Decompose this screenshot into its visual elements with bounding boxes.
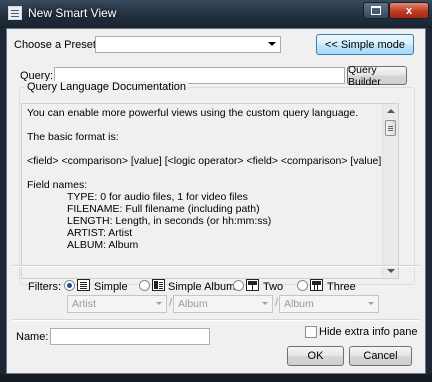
filter-field-2-value: Album: [178, 298, 208, 310]
doc-line: <field> <comparison> [value] [<logic ope…: [27, 155, 399, 167]
query-builder-button[interactable]: Query Builder: [347, 64, 407, 88]
filter-field-3-value: Album: [284, 298, 314, 310]
doc-line: TYPE: 0 for audio files, 1 for video fil…: [67, 191, 248, 203]
documentation-scrollbar[interactable]: [382, 104, 398, 278]
filter-two-radio[interactable]: [233, 280, 244, 291]
name-input[interactable]: [50, 328, 210, 345]
filter-field-1-dropdown[interactable]: Artist: [67, 295, 167, 313]
doc-line: ARTIST: Artist: [67, 227, 133, 239]
divider: [13, 265, 419, 267]
close-icon: x: [405, 4, 413, 17]
filter-separator: /: [169, 297, 173, 309]
doc-line: FILENAME: Full filename (including path): [67, 203, 260, 215]
window-bottom-edge: [0, 374, 432, 382]
doc-line: The basic format is:: [27, 131, 119, 143]
dropdown-arrow-icon: [368, 302, 374, 305]
restore-icon: [371, 6, 381, 15]
divider: [13, 319, 419, 321]
simple-layout-icon: [77, 279, 90, 291]
scroll-down-icon[interactable]: [387, 269, 395, 273]
restore-button[interactable]: [363, 2, 389, 19]
documentation-text: You can enable more powerful views using…: [27, 107, 399, 251]
ok-button[interactable]: OK: [287, 346, 344, 366]
two-column-layout-icon: [246, 279, 259, 291]
doc-line: Field names:: [27, 179, 88, 191]
hide-info-checkbox[interactable]: [305, 326, 317, 338]
filter-simple-album-radio[interactable]: [139, 280, 150, 291]
title-bar: New Smart View x: [0, 0, 432, 28]
scroll-thumb[interactable]: [385, 120, 396, 136]
filter-two-label[interactable]: Two: [263, 281, 283, 293]
filter-field-3-dropdown[interactable]: Album: [279, 295, 379, 313]
dropdown-arrow-icon: [262, 302, 268, 305]
doc-line: LENGTH: Length, in seconds (or hh:mm:ss): [67, 215, 272, 227]
preset-dropdown[interactable]: [95, 36, 281, 53]
dropdown-arrow-icon: [268, 42, 276, 46]
simple-mode-button[interactable]: << Simple mode: [316, 34, 414, 55]
three-column-layout-icon: [310, 279, 323, 291]
preset-label: Choose a Preset:: [14, 39, 99, 51]
filter-field-2-dropdown[interactable]: Album: [173, 295, 273, 313]
filters-label: Filters:: [28, 281, 61, 293]
cancel-button[interactable]: Cancel: [349, 346, 412, 366]
close-button[interactable]: x: [389, 2, 429, 19]
dropdown-arrow-icon: [156, 302, 162, 305]
simple-album-layout-icon: [152, 279, 165, 291]
filter-three-radio[interactable]: [297, 280, 308, 291]
app-icon: [8, 6, 22, 20]
name-label: Name:: [16, 331, 49, 343]
doc-line: ALBUM: Album: [67, 239, 139, 251]
scroll-up-icon[interactable]: [387, 109, 395, 113]
filter-simple-radio[interactable]: [64, 280, 75, 291]
doc-line: You can enable more powerful views using…: [27, 107, 359, 119]
documentation-text-area[interactable]: You can enable more powerful views using…: [21, 103, 399, 279]
dialog-body: Choose a Preset: << Simple mode Query: Q…: [6, 28, 426, 374]
filter-field-1-value: Artist: [72, 298, 96, 310]
window-title: New Smart View: [28, 6, 117, 20]
documentation-group-label: Query Language Documentation: [25, 81, 188, 93]
filter-separator: /: [275, 297, 279, 309]
filter-simple-label[interactable]: Simple: [94, 281, 128, 293]
hide-info-label[interactable]: Hide extra info pane: [319, 326, 417, 338]
filter-three-label[interactable]: Three: [327, 281, 356, 293]
filter-simple-album-label[interactable]: Simple Album: [168, 281, 235, 293]
